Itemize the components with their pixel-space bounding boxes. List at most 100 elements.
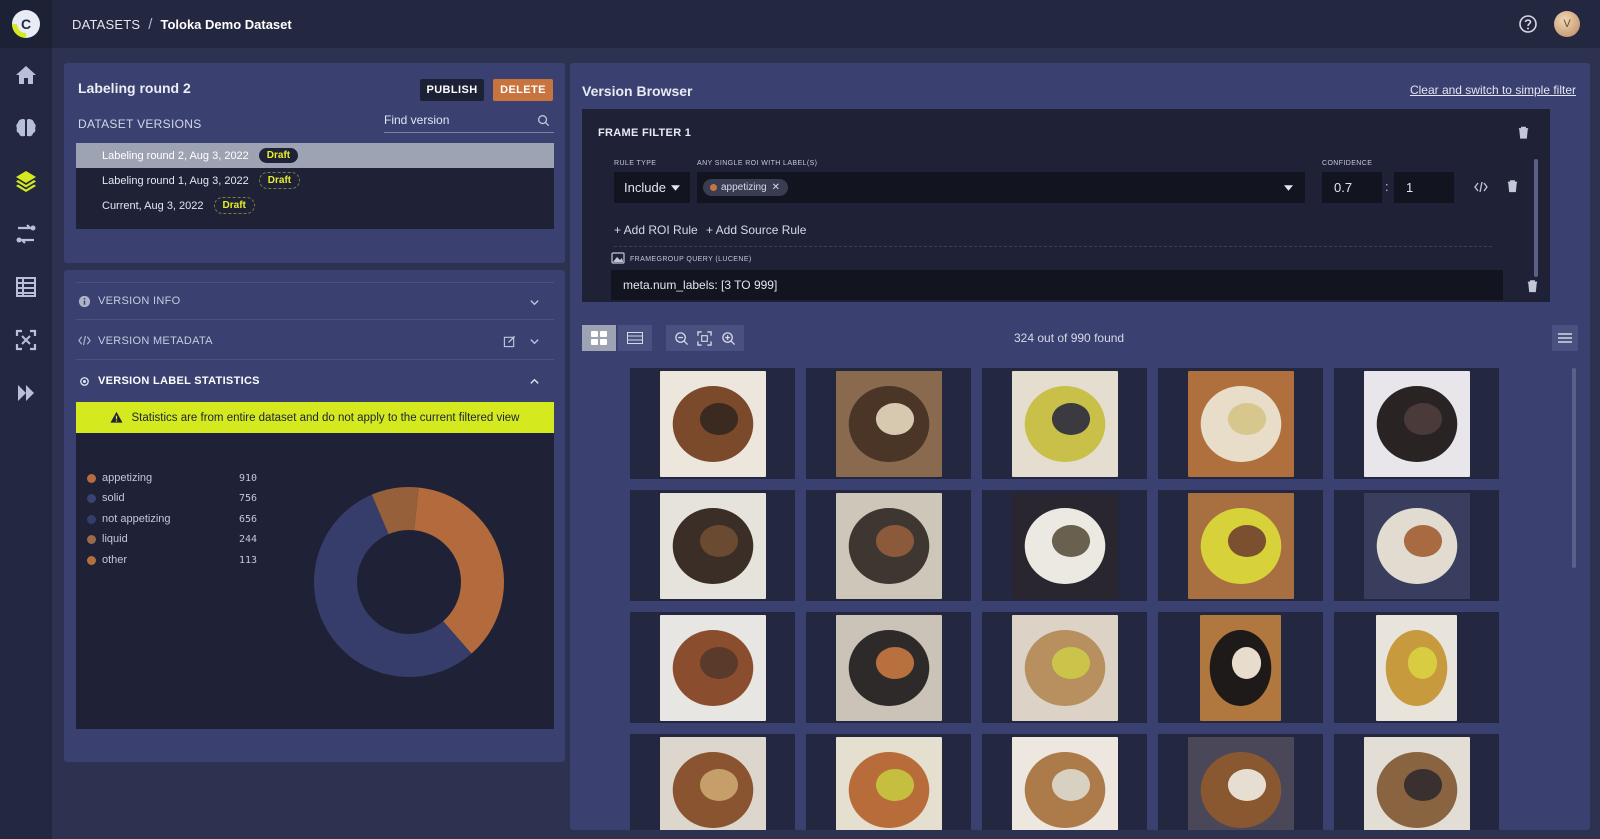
image-thumbnail[interactable] — [1334, 368, 1499, 479]
chevron-down-icon[interactable] — [529, 336, 540, 347]
image-thumbnail[interactable] — [806, 612, 971, 723]
grid-view-button[interactable] — [582, 325, 616, 351]
frame-filter-title: FRAME FILTER 1 — [598, 127, 692, 139]
legend-count: 656 — [239, 513, 258, 525]
image-thumbnail[interactable] — [630, 734, 795, 830]
legend-swatch — [87, 514, 96, 524]
view-toolbar: 324 out of 990 found — [582, 325, 1578, 353]
clear-filter-link[interactable]: Clear and switch to simple filter — [1410, 83, 1576, 97]
image-thumbnail[interactable] — [1158, 612, 1323, 723]
menu-button[interactable] — [1552, 325, 1578, 351]
label-donut-chart — [314, 487, 504, 677]
grid-icon — [591, 331, 607, 345]
roi-label: ANY SINGLE ROI WITH LABEL(S) — [697, 160, 818, 167]
breadcrumb-datasets[interactable]: DATASETS — [72, 17, 140, 32]
version-row[interactable]: Current, Aug 3, 2022 Draft — [76, 193, 554, 218]
chevron-up-icon[interactable] — [529, 376, 540, 387]
image-thumbnail[interactable] — [1334, 490, 1499, 601]
version-info-section[interactable]: VERSION INFO — [76, 282, 554, 320]
version-row[interactable]: Labeling round 1, Aug 3, 2022 Draft — [76, 168, 554, 193]
version-label-statistics-label: VERSION LABEL STATISTICS — [98, 375, 260, 387]
brain-icon[interactable] — [0, 101, 52, 154]
image-grid — [630, 368, 1510, 830]
table-view-button[interactable] — [618, 325, 652, 351]
zoom-out-icon[interactable] — [674, 331, 689, 346]
trash-icon[interactable] — [1526, 279, 1539, 293]
forward-icon[interactable] — [0, 366, 52, 419]
home-icon[interactable] — [0, 48, 52, 101]
chevron-down-icon[interactable] — [529, 297, 540, 308]
layers-icon[interactable] — [0, 154, 52, 207]
help-icon[interactable] — [1518, 14, 1538, 34]
legend-item: not appetizing 656 — [87, 511, 267, 527]
table-icon[interactable] — [0, 260, 52, 313]
image-thumbnail[interactable] — [1334, 612, 1499, 723]
divider — [614, 246, 1492, 247]
image-thumbnail[interactable] — [806, 368, 971, 479]
version-metadata-section[interactable]: VERSION METADATA — [76, 322, 554, 360]
caret-down-icon — [1284, 185, 1293, 191]
roi-label-select[interactable]: appetizing ✕ — [697, 172, 1305, 203]
image-thumbnail[interactable] — [806, 490, 971, 601]
food-image — [1011, 492, 1118, 599]
add-source-rule-button[interactable]: + Add Source Rule — [706, 223, 806, 237]
legend-swatch — [87, 555, 96, 565]
chip-remove-icon[interactable]: ✕ — [772, 182, 780, 193]
image-thumbnail[interactable] — [1158, 368, 1323, 479]
svg-text:C: C — [21, 16, 31, 32]
workflow-icon[interactable] — [0, 207, 52, 260]
food-image — [1011, 736, 1118, 830]
delete-button[interactable]: DELETE — [493, 79, 553, 101]
zoom-in-icon[interactable] — [721, 331, 736, 346]
framegroup-query-input[interactable] — [611, 270, 1503, 300]
version-label-statistics-section[interactable]: VERSION LABEL STATISTICS — [76, 362, 554, 400]
image-thumbnail[interactable] — [1158, 490, 1323, 601]
image-thumbnail[interactable] — [982, 734, 1147, 830]
food-image — [1200, 614, 1281, 721]
version-name: Labeling round 2, Aug 3, 2022 — [102, 149, 249, 162]
food-image — [835, 736, 942, 830]
image-thumbnail[interactable] — [630, 612, 795, 723]
version-list: Labeling round 2, Aug 3, 2022 Draft Labe… — [76, 143, 554, 229]
left-nav-rail: C — [0, 0, 52, 839]
legend-label: not appetizing — [102, 513, 171, 525]
app-logo[interactable]: C — [0, 0, 52, 48]
food-image — [659, 614, 766, 721]
image-thumbnail[interactable] — [982, 490, 1147, 601]
edit-icon[interactable] — [503, 335, 516, 348]
legend-item: liquid 244 — [87, 531, 267, 547]
donut-segment-appetizing[interactable] — [414, 487, 504, 654]
focus-icon[interactable] — [0, 313, 52, 366]
code-toggle-icon[interactable] — [1474, 181, 1488, 193]
image-thumbnail[interactable] — [1158, 734, 1323, 830]
image-thumbnail[interactable] — [982, 612, 1147, 723]
image-thumbnail[interactable] — [630, 490, 795, 601]
trash-icon[interactable] — [1506, 179, 1519, 193]
image-thumbnail[interactable] — [630, 368, 795, 479]
confidence-min-input[interactable] — [1322, 172, 1382, 203]
version-row[interactable]: Labeling round 2, Aug 3, 2022 Draft — [76, 143, 554, 168]
image-thumbnail[interactable] — [1334, 734, 1499, 830]
chip-color-dot — [710, 184, 717, 191]
food-image — [1011, 370, 1118, 477]
find-version-input[interactable] — [384, 109, 524, 131]
confidence-label: CONFIDENCE — [1322, 160, 1373, 167]
image-thumbnail[interactable] — [982, 368, 1147, 479]
breadcrumb-current: Toloka Demo Dataset — [160, 16, 292, 32]
fit-icon[interactable] — [697, 330, 713, 346]
filter-scrollbar[interactable] — [1534, 159, 1538, 277]
rule-type-select[interactable]: Include — [614, 172, 690, 203]
trash-icon[interactable] — [1517, 126, 1530, 139]
image-icon — [611, 252, 625, 264]
grid-scrollbar[interactable] — [1572, 368, 1576, 568]
framegroup-query-label: FRAMEGROUP QUERY (LUCENE) — [630, 256, 752, 263]
search-icon[interactable] — [537, 114, 550, 127]
image-thumbnail[interactable] — [806, 734, 971, 830]
confidence-max-input[interactable] — [1394, 172, 1454, 203]
avatar[interactable]: V — [1554, 11, 1580, 37]
version-details-panel: VERSION INFO VERSION METADATA VERSION LA… — [64, 270, 565, 762]
add-roi-rule-button[interactable]: + Add ROI Rule — [614, 223, 698, 237]
publish-button[interactable]: PUBLISH — [420, 79, 484, 101]
legend-label: appetizing — [102, 472, 153, 484]
version-name: Current, Aug 3, 2022 — [102, 199, 204, 212]
